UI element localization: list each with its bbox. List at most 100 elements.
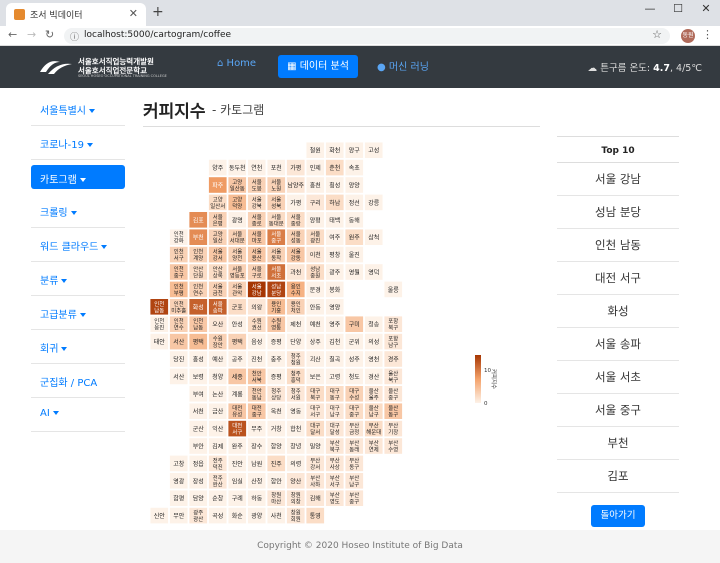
top10-header: Top 10 [557,136,679,163]
maximize-icon[interactable]: ☐ [664,2,692,15]
back-arrow-icon[interactable]: ← [8,28,17,41]
cell-label: 중구 [174,273,184,280]
cartogram-cell: 부산금정 [344,419,364,438]
cell-label: 화천 [329,147,340,155]
tab-close-icon[interactable]: ✕ [129,7,138,20]
cell-label: 서울 [271,248,281,256]
sidebar-item-crawling[interactable]: 크롤링 [31,194,125,228]
cartogram-cell: 인천남동 [188,315,208,333]
close-window-icon[interactable]: ✕ [692,2,720,15]
cell-label: 곡성 [212,512,223,520]
cell-label: 부산 [349,456,359,464]
sidebar-item-wordcloud[interactable]: 워드 클라우드 [31,228,125,262]
cell-label: 청주 [291,353,301,360]
cell-label: 광양 [251,512,263,520]
cartogram-cell: 태백 [325,211,345,229]
school-logo[interactable]: 서울호서직업능력개발원 서울호서직업전문학교 SEOUL HOSEO OCCUP… [38,54,167,80]
sidebar-item-regression[interactable]: 회귀 [31,330,125,364]
cartogram-cell: 담양 [188,489,208,507]
cartogram-cell: 서울강북 [247,193,267,211]
cartogram-cell: 대구서구 [305,402,325,420]
cell-label: 중구 [388,394,398,401]
sidebar-item-cartogram[interactable]: 카토그램 [31,165,125,189]
reload-icon[interactable]: ↻ [45,28,54,41]
cartogram-cell: 남원 [247,454,267,473]
sidebar-item-seoul[interactable]: 서울특별시 [31,92,125,126]
cartogram-cell: 익산 [208,419,228,438]
sidebar-item-clustering[interactable]: 군집화 / PCA [31,364,125,398]
nav-data-analysis-button[interactable]: ▦ 데이터 분석 [278,55,358,78]
browser-menu-icon[interactable]: ⋮ [702,28,713,41]
cartogram-cell: 양산 [286,472,306,490]
address-bar[interactable]: ⓘ localhost:5000/cartogram/coffee ☆ [64,28,670,44]
cartogram-cell: 청송 [364,315,384,333]
cell-label: 계룡 [232,390,244,398]
cartogram-cell: 서울중구 [266,228,286,246]
cell-label: 강화 [174,238,184,245]
cell-label: 안동 [310,303,322,311]
logo-line3: SEOUL HOSEO OCCUPATIONAL TRAINING COLLEG… [78,74,167,78]
sidebar-item-covid[interactable]: 코로나-19 [31,126,125,160]
cartogram-cell: 진안 [227,454,247,473]
cartogram-cell: 창원마산 [266,489,286,507]
nav-machine-learning[interactable]: ● 머신 러닝 [377,58,429,73]
cell-label: 서천 [193,408,204,416]
cartogram-cell: 서울서초 [266,263,286,281]
cartogram-cell: 안산단원 [188,263,208,281]
cartogram-cell: 광명 [227,211,247,229]
cell-label: 중구 [349,499,359,506]
sidebar-item-advanced-classification[interactable]: 고급분류 [31,296,125,330]
cell-label: 대구 [310,387,320,395]
cell-label: 포항 [388,317,398,325]
cartogram-cell: 서울도봉 [247,176,267,194]
cell-label: 안성 [232,321,243,329]
cell-label: 청양 [212,373,224,381]
colorbar-tick: 0 [484,401,488,407]
minimize-icon[interactable]: — [636,2,664,15]
cell-label: 대전 [252,404,262,412]
cell-label: 서울 [252,213,262,221]
list-item: 대전 서구 [557,262,679,295]
cell-label: 중구 [252,412,262,419]
info-icon[interactable]: ⓘ [70,30,79,43]
cell-label: 남양주 [287,182,304,190]
cell-label: 천안 [252,369,262,377]
cell-label: 양양 [349,182,361,190]
cartogram-cell: 사천 [266,506,286,525]
cell-label: 당진 [173,356,184,364]
cell-label: 강남 [252,289,262,297]
cell-label: 대구 [310,404,320,412]
cell-label: 인천 [174,282,184,290]
cell-label: 청원 [291,359,301,367]
cell-label: 군산 [193,425,205,433]
cartogram-cell: 남양주 [286,176,306,194]
chart-icon: ▦ [287,61,297,72]
cell-label: 서울 [213,300,223,308]
cartogram-cell: 화성 [188,298,208,316]
cartogram-cell: 속초 [344,158,364,177]
cell-label: 흥덕 [291,376,301,384]
cell-label: 성동 [291,237,301,245]
cell-label: 광진 [310,237,320,245]
cartogram-cell: 서울강서 [208,246,228,264]
forward-arrow-icon[interactable]: → [27,28,36,41]
back-button[interactable]: 돌아가기 [591,505,645,527]
cartogram-cell: 인천미추홀 [169,298,189,316]
cell-label: 사상 [330,463,340,471]
cell-label: 인제 [310,164,321,172]
cartogram-cell: 고양덕양 [227,193,247,211]
sidebar-item-ai[interactable]: AI [31,398,125,432]
cell-label: 강서 [310,463,320,471]
cell-label: 김포 [193,217,205,224]
sidebar-item-classification[interactable]: 분류 [31,262,125,296]
browser-tab[interactable]: 조서 빅데이터 ✕ [6,3,146,26]
cell-label: 중원 [310,272,320,280]
bookmark-star-icon[interactable]: ☆ [652,28,662,41]
cartogram-cell: 안성 [227,315,247,333]
nav-home[interactable]: ⌂ Home [217,58,256,69]
new-tab-icon[interactable]: + [152,4,164,20]
cell-label: 서구 [174,254,184,262]
profile-avatar[interactable]: 동원 [681,29,695,43]
cartogram-cell: 거창 [266,419,286,438]
cartogram-cell: 부산서구 [325,472,345,490]
